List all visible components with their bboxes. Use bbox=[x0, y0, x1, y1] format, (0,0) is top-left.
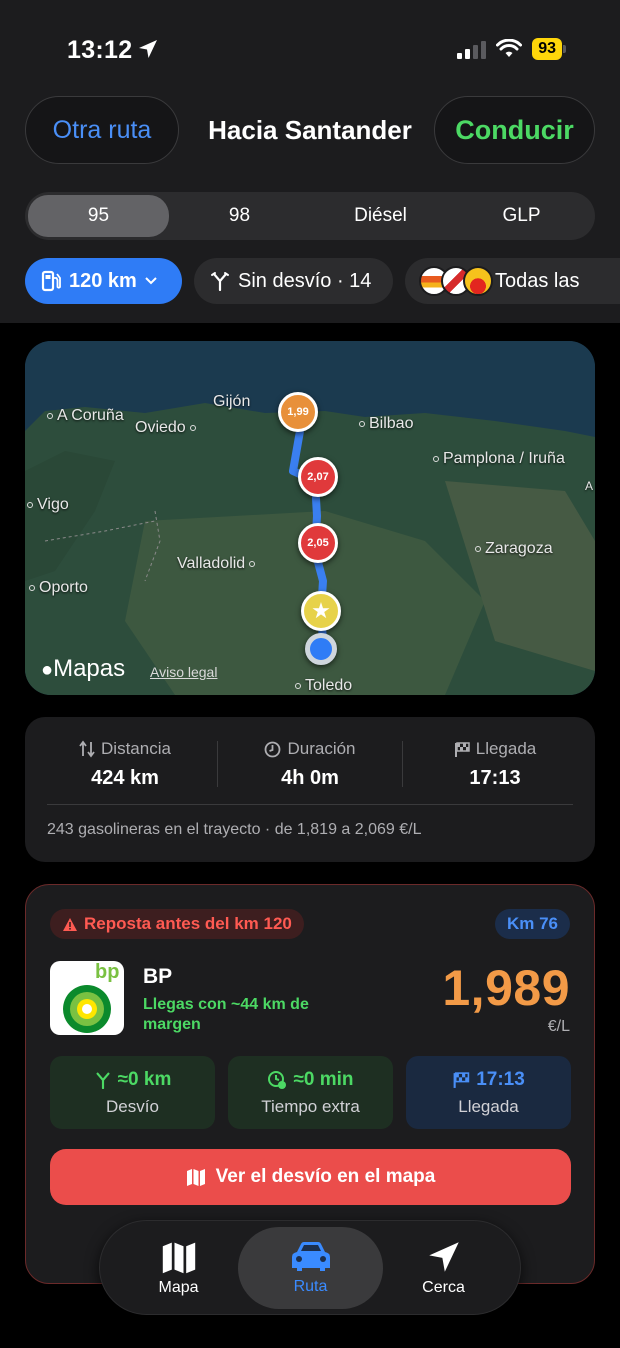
fuel-type-selector: 95 98 Diésel GLP bbox=[25, 192, 595, 240]
detour-filter-chip[interactable]: Sin desvío · 14 bbox=[194, 258, 393, 304]
route-summary: 243 gasolineras en el trayecto · de 1,81… bbox=[47, 821, 422, 838]
view-detour-button[interactable]: Ver el desvío en el mapa bbox=[50, 1149, 571, 1205]
route-map[interactable]: A Coruña Gijón Oviedo Bilbao Pamplona / … bbox=[25, 341, 595, 695]
range-filter-label: 120 km bbox=[69, 269, 137, 292]
checkered-flag-icon bbox=[454, 741, 470, 757]
fuel-option-98[interactable]: 98 bbox=[169, 195, 310, 237]
clock-plus-icon bbox=[268, 1070, 287, 1089]
map-icon bbox=[186, 1169, 205, 1186]
battery-level: 93 bbox=[532, 38, 562, 60]
bp-logo-icon: bp bbox=[50, 961, 124, 1035]
drive-button[interactable]: Conducir bbox=[434, 96, 595, 164]
extra-time-tile: ≈0 min Tiempo extra bbox=[228, 1056, 393, 1129]
fork-icon bbox=[96, 1072, 110, 1089]
station-brand: BP bbox=[143, 965, 173, 988]
detour-filter-label: Sin desvío · 14 bbox=[238, 269, 372, 292]
map-city-label: A Coruña bbox=[47, 407, 124, 425]
route-stats-card: Distancia 424 km Duración 4h 0m Llegada … bbox=[25, 717, 595, 862]
chevron-down-icon bbox=[145, 277, 157, 285]
warning-triangle-icon bbox=[63, 917, 77, 931]
brand-logos bbox=[419, 266, 493, 296]
fuel-option-diesel[interactable]: Diésel bbox=[310, 195, 451, 237]
apple-logo-icon: ● bbox=[41, 659, 54, 681]
fuel-margin-text: Llegas con ~44 km de margen bbox=[143, 996, 309, 1033]
cellular-signal-icon bbox=[457, 39, 487, 59]
price-pin-2[interactable]: 2,07 bbox=[298, 457, 338, 497]
location-arrow-icon bbox=[428, 1242, 459, 1272]
status-bar: 13:12 93 bbox=[0, 30, 620, 70]
star-icon[interactable]: ★ bbox=[301, 591, 341, 631]
map-city-label: Valladolid bbox=[177, 555, 256, 573]
map-city-label: Bilbao bbox=[359, 415, 413, 433]
tab-ruta[interactable]: Ruta bbox=[238, 1227, 383, 1309]
range-filter-chip[interactable]: 120 km bbox=[25, 258, 182, 304]
tab-bar: Mapa Ruta Cerca bbox=[99, 1220, 521, 1315]
fuel-pump-icon bbox=[41, 270, 61, 292]
header-panel: 13:12 93 Otra ruta Hacia Santander Condu… bbox=[0, 0, 620, 323]
map-city-label: Pamplona / Iruña bbox=[433, 450, 565, 468]
fork-icon bbox=[211, 272, 229, 291]
map-city-label: Zaragoza bbox=[475, 540, 553, 558]
distance-stat: Distancia 424 km bbox=[33, 739, 217, 790]
km-badge: Km 76 bbox=[494, 909, 570, 939]
arrival-tile: 17:13 Llegada bbox=[406, 1056, 571, 1129]
map-city-label: Oporto bbox=[29, 579, 88, 597]
car-icon bbox=[291, 1242, 330, 1271]
filter-chips: 120 km Sin desvío · 14 Todas las bbox=[25, 258, 620, 304]
map-city-label: Oviedo bbox=[135, 419, 196, 437]
distance-arrows-icon bbox=[79, 740, 95, 758]
other-route-button[interactable]: Otra ruta bbox=[25, 96, 179, 164]
user-location-icon bbox=[305, 633, 337, 665]
map-icon bbox=[162, 1242, 195, 1274]
top-navigation: Otra ruta Hacia Santander Conducir bbox=[25, 96, 595, 164]
map-city-label: Gijón bbox=[213, 393, 251, 410]
detour-tile: ≈0 km Desvío bbox=[50, 1056, 215, 1129]
tab-mapa[interactable]: Mapa bbox=[106, 1227, 251, 1309]
refuel-warning-badge: Reposta antes del km 120 bbox=[50, 909, 304, 939]
fuel-option-glp[interactable]: GLP bbox=[451, 195, 592, 237]
map-city-label: Vigo bbox=[27, 496, 69, 514]
brands-filter-chip[interactable]: Todas las bbox=[405, 258, 620, 304]
legal-notice-link[interactable]: Aviso legal bbox=[150, 664, 217, 680]
wifi-icon bbox=[496, 39, 523, 57]
tab-cerca[interactable]: Cerca bbox=[371, 1227, 516, 1309]
battery-indicator: 93 bbox=[532, 38, 566, 60]
fuel-option-95[interactable]: 95 bbox=[28, 195, 169, 237]
distance-value: 424 km bbox=[91, 767, 159, 789]
arrival-value: 17:13 bbox=[469, 767, 521, 789]
map-city-label: A bbox=[585, 479, 594, 493]
status-time: 13:12 bbox=[67, 36, 133, 64]
arrival-stat: Llegada 17:13 bbox=[403, 739, 587, 790]
station-price: 1,989 bbox=[442, 960, 570, 1016]
brands-filter-label: Todas las bbox=[495, 269, 580, 292]
price-pin-3[interactable]: 2,05 bbox=[298, 523, 338, 563]
price-unit: €/L bbox=[547, 1018, 570, 1035]
duration-stat: Duración 4h 0m bbox=[218, 739, 402, 790]
price-pin-1[interactable]: 1,99 bbox=[278, 392, 318, 432]
location-arrow-icon bbox=[139, 40, 157, 58]
map-city-label: Toledo bbox=[295, 677, 352, 695]
apple-maps-logo: ●Mapas bbox=[41, 655, 126, 682]
shell-logo-icon bbox=[463, 266, 493, 296]
checkered-flag-icon bbox=[453, 1071, 470, 1088]
duration-value: 4h 0m bbox=[281, 767, 339, 789]
svg-text:bp: bp bbox=[95, 961, 119, 983]
clock-icon bbox=[265, 741, 281, 757]
